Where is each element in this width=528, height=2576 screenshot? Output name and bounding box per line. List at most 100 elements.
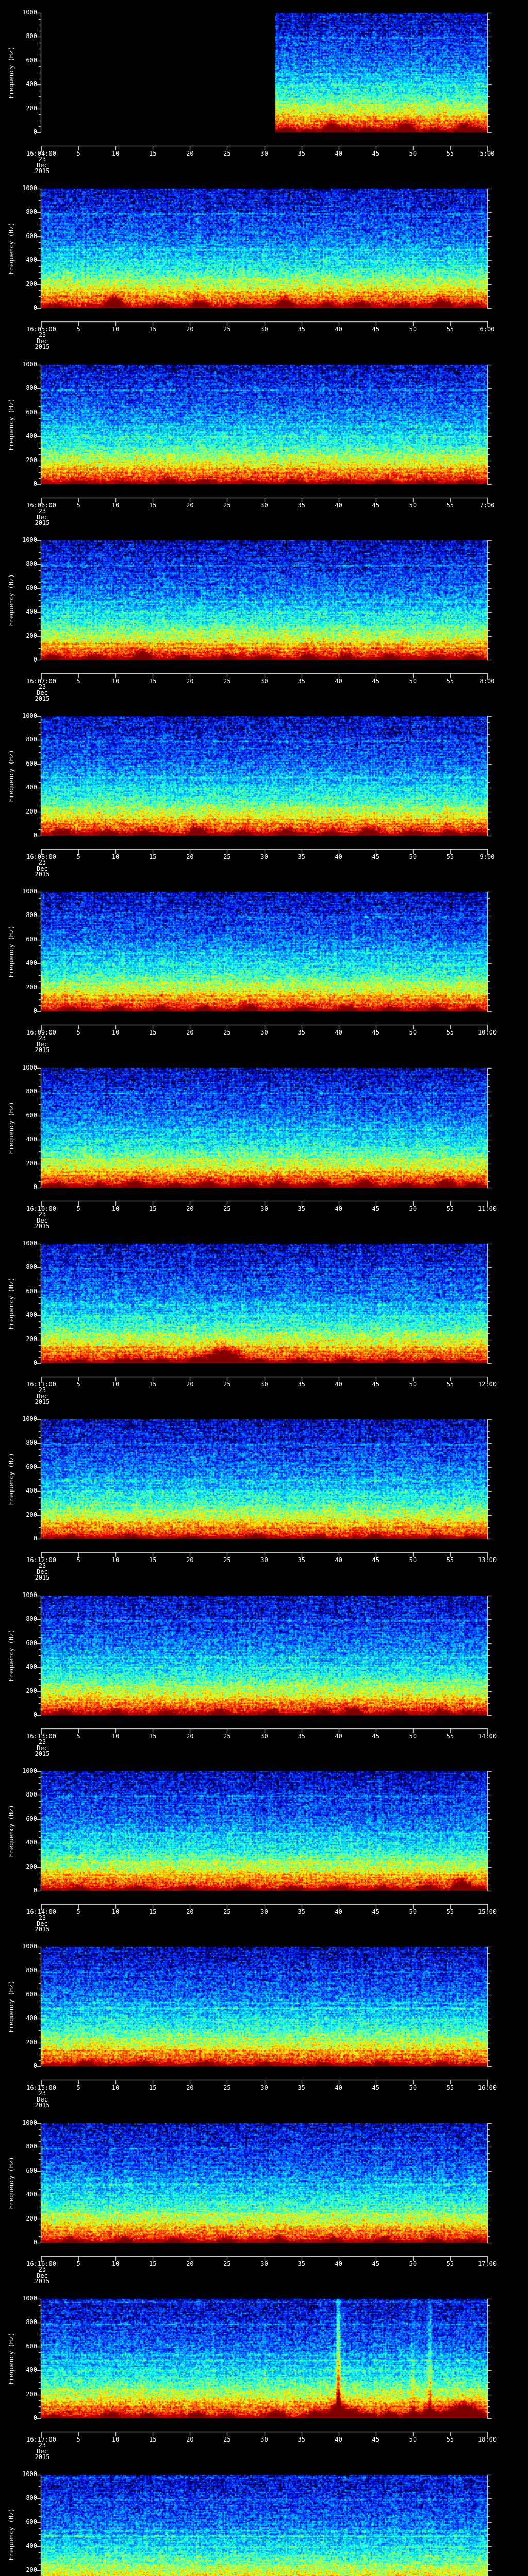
y-tick-label: 400	[26, 2191, 37, 2198]
date-line: 2015	[35, 695, 50, 702]
y-tick-label: 400	[26, 959, 37, 967]
y-axis-title: Frequency (Hz)	[8, 925, 15, 978]
spectrogram-panel: Frequency (Hz)02004006008001000510152025…	[0, 1583, 528, 1759]
y-tick-label: 600	[26, 1815, 37, 1822]
x-tick-label: 45	[372, 853, 380, 860]
x-tick-label: 55	[446, 326, 454, 333]
x-tick-label: 30	[260, 853, 268, 860]
spectrogram-panel: Frequency (Hz)02004006008001000510152025…	[0, 352, 528, 528]
y-tick-label: 200	[26, 1335, 37, 1343]
x-tick-label: 55	[446, 1205, 454, 1212]
x-tick-label: 45	[372, 2260, 380, 2267]
y-tick-label: 200	[26, 104, 37, 112]
y-tick-label: 800	[26, 560, 37, 568]
x-tick-label: 30	[260, 2436, 268, 2443]
x-tick-label: 5	[76, 150, 80, 157]
x-tick-label: 20	[186, 1381, 194, 1388]
date-line: 2015	[35, 343, 50, 350]
x-tick-label: 50	[409, 1733, 417, 1740]
x-end-time-label: 13:00	[477, 1556, 497, 1564]
y-tick-label: 800	[26, 2494, 37, 2502]
y-axis-title: Frequency (Hz)	[8, 398, 15, 451]
y-axis-title: Frequency (Hz)	[8, 1453, 15, 1505]
x-tick-label: 55	[446, 2436, 454, 2443]
x-tick-label: 35	[298, 1381, 305, 1388]
x-tick-label: 10	[111, 853, 120, 860]
x-end-time-label: 12:00	[477, 1381, 497, 1388]
x-tick-label: 55	[446, 150, 454, 157]
y-axis-title: Frequency (Hz)	[8, 750, 15, 802]
x-tick-label: 40	[335, 1029, 342, 1036]
x-tick-label: 5	[76, 853, 80, 860]
spectrogram-panel: Frequency (Hz)02004006008001000510152025…	[0, 2462, 528, 2576]
x-tick-label: 50	[409, 1381, 417, 1388]
x-tick-label: 10	[111, 677, 120, 685]
y-tick-label: 600	[26, 1990, 37, 1998]
x-tick-label: 25	[223, 502, 231, 509]
x-tick-label: 40	[335, 2260, 342, 2267]
x-tick-label: 50	[409, 677, 417, 685]
y-tick-label: 1000	[22, 888, 37, 895]
x-tick-label: 50	[409, 1029, 417, 1036]
x-tick-label: 15	[149, 2084, 157, 2091]
x-tick-label: 30	[260, 2084, 268, 2091]
x-tick-label: 25	[223, 2084, 231, 2091]
date-line: 2015	[35, 167, 50, 175]
y-tick-label: 600	[26, 584, 37, 591]
x-tick-label: 40	[335, 2084, 342, 2091]
y-tick-label: 800	[26, 208, 37, 216]
date-line: 2015	[35, 1223, 50, 1230]
date-line: 2015	[35, 1926, 50, 1933]
x-tick-label: 20	[186, 2436, 194, 2443]
y-tick-label: 600	[26, 232, 37, 240]
y-tick-label: 200	[26, 632, 37, 639]
x-tick-label: 5	[76, 1205, 80, 1212]
y-tick-label: 200	[26, 1862, 37, 1870]
y-tick-label: 600	[26, 2166, 37, 2174]
y-axis-title: Frequency (Hz)	[8, 222, 15, 275]
x-end-time-label: 5:00	[480, 150, 495, 157]
x-tick-label: 35	[298, 2260, 305, 2267]
x-tick-label: 40	[335, 677, 342, 685]
spectrogram-panel: Frequency (Hz)02004006008001000510152025…	[0, 1231, 528, 1407]
x-tick-label: 10	[111, 150, 120, 157]
y-tick-label: 600	[26, 2342, 37, 2350]
x-tick-label: 40	[335, 1908, 342, 1916]
x-tick-label: 30	[260, 150, 268, 157]
y-tick-label: 1000	[22, 1767, 37, 1774]
x-tick-label: 50	[409, 502, 417, 509]
y-tick-label: 0	[33, 480, 37, 487]
x-tick-label: 15	[149, 1556, 157, 1564]
x-tick-label: 15	[149, 1381, 157, 1388]
y-tick-label: 600	[26, 408, 37, 416]
date-line: 2015	[35, 2102, 50, 2109]
x-tick-label: 5	[76, 326, 80, 333]
x-tick-label: 45	[372, 1908, 380, 1916]
y-tick-label: 200	[26, 2390, 37, 2398]
y-tick-label: 800	[26, 1088, 37, 1095]
x-tick-label: 45	[372, 1556, 380, 1564]
x-tick-label: 5	[76, 2084, 80, 2091]
x-tick-label: 25	[223, 853, 231, 860]
y-tick-label: 0	[33, 1711, 37, 1718]
x-tick-label: 5	[76, 1908, 80, 1916]
x-tick-label: 15	[149, 853, 157, 860]
date-line: 2015	[35, 1574, 50, 1581]
y-axis-title: Frequency (Hz)	[8, 1101, 15, 1154]
x-tick-label: 50	[409, 2436, 417, 2443]
x-tick-label: 30	[260, 1029, 268, 1036]
x-tick-label: 55	[446, 2084, 454, 2091]
y-tick-label: 200	[26, 2038, 37, 2046]
page: { "page": {"background": "#000000", "for…	[0, 0, 528, 2576]
y-tick-label: 400	[26, 1839, 37, 1846]
y-tick-label: 1000	[22, 1943, 37, 1950]
date-line: 2015	[35, 871, 50, 878]
y-tick-label: 600	[26, 935, 37, 943]
y-tick-label: 400	[26, 1663, 37, 1671]
x-tick-label: 55	[446, 677, 454, 685]
x-tick-label: 30	[260, 1733, 268, 1740]
spectrogram-panel: Frequency (Hz)02004006008001000510152025…	[0, 528, 528, 704]
x-tick-label: 25	[223, 2436, 231, 2443]
x-tick-label: 20	[186, 2260, 194, 2267]
spectrogram-panel: Frequency (Hz)02004006008001000510152025…	[0, 176, 528, 352]
